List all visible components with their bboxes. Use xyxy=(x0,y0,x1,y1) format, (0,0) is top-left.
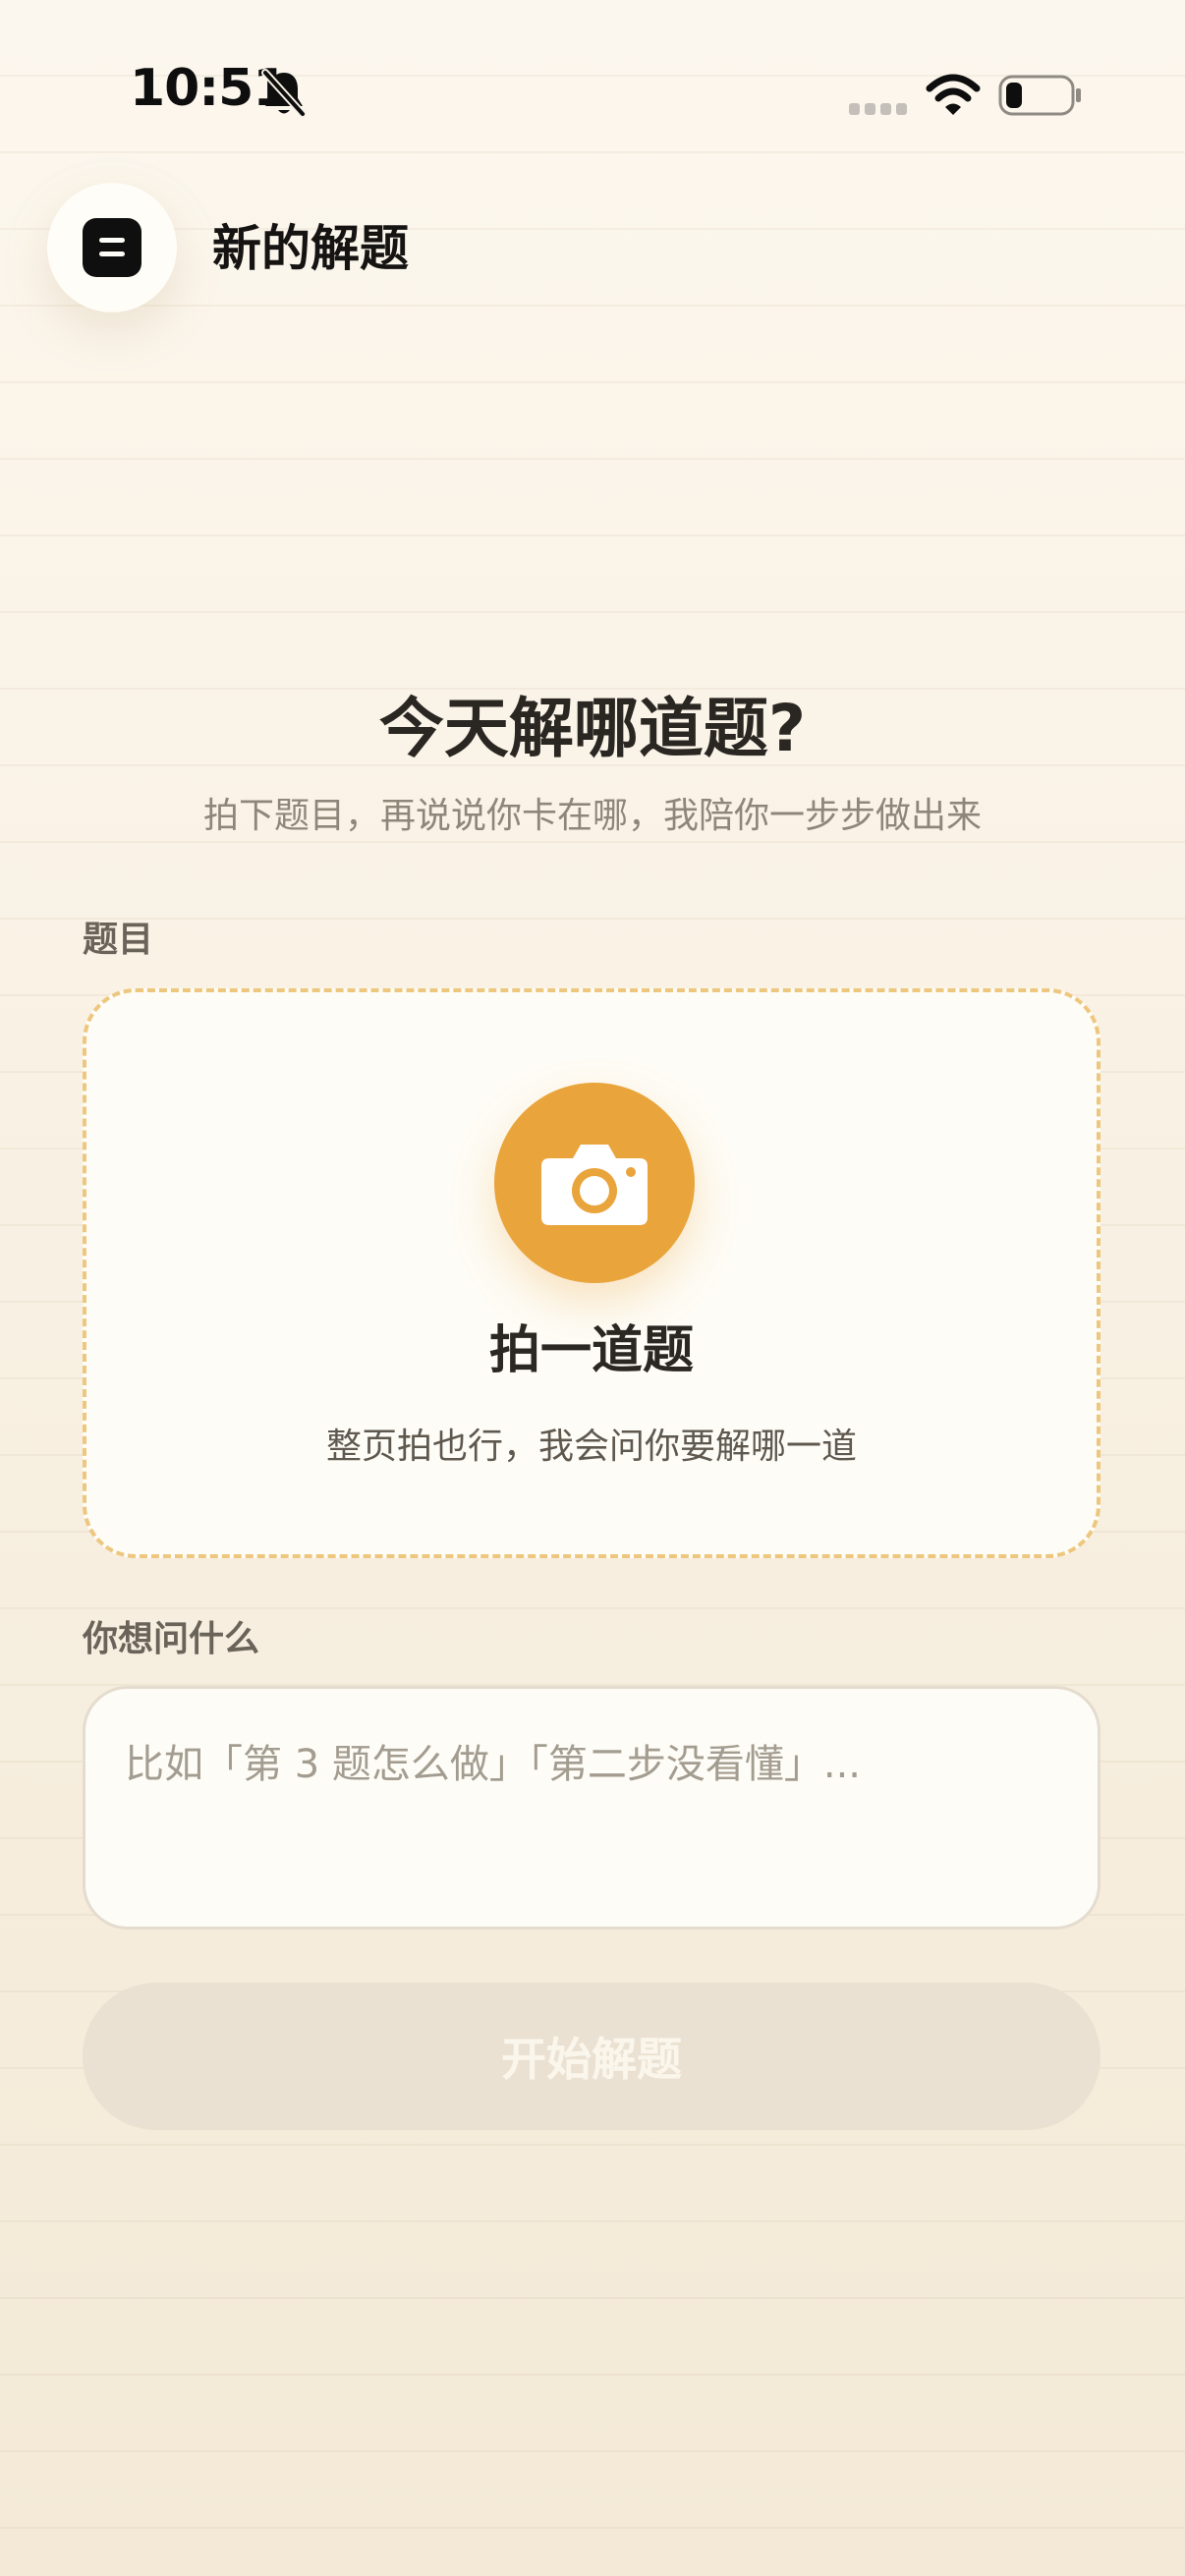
camera-icon xyxy=(541,1145,648,1225)
photo-upload-card[interactable]: 拍一道题 整页拍也行，我会问你要解哪一道 xyxy=(83,988,1100,1558)
hero-subtitle: 拍下题目，再说说你卡在哪，我陪你一步步做出来 xyxy=(202,796,982,836)
signal-icon xyxy=(849,103,907,115)
page-title: 新的解题 xyxy=(212,220,409,277)
wifi-icon xyxy=(926,74,981,115)
menu-button[interactable] xyxy=(47,183,177,312)
hero-title: 今天解哪道题? xyxy=(378,691,807,766)
menu-icon xyxy=(83,218,141,277)
ask-label: 你想问什么 xyxy=(83,1619,260,1659)
camera-button[interactable] xyxy=(494,1083,695,1283)
start-solving-button[interactable]: 开始解题 xyxy=(83,1983,1100,2130)
question-label: 题目 xyxy=(83,920,154,960)
question-input[interactable] xyxy=(83,1686,1100,1930)
status-bar: 10:51 xyxy=(0,0,1185,187)
upload-title: 拍一道题 xyxy=(488,1321,694,1380)
bell-slash-icon xyxy=(261,69,307,118)
upload-hint: 整页拍也行，我会问你要解哪一道 xyxy=(325,1427,857,1467)
battery-icon xyxy=(998,75,1081,116)
